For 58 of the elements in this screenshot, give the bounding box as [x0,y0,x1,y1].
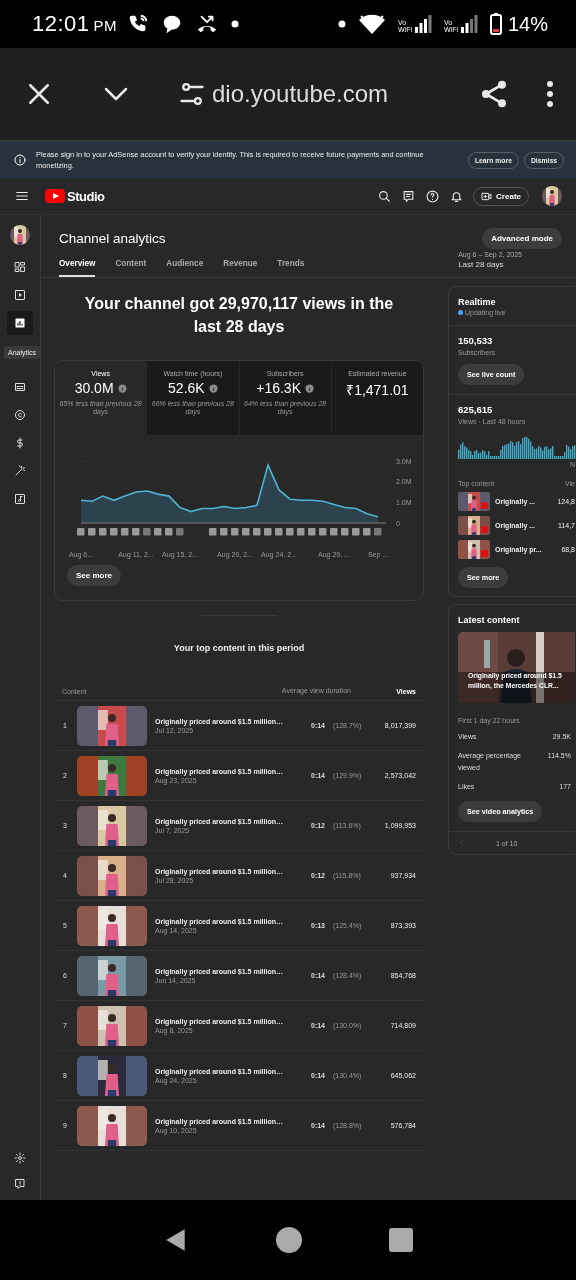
feedback-icon[interactable] [14,1178,26,1190]
tune-icon[interactable] [178,80,206,108]
more-icon[interactable] [546,80,554,108]
signal-icon [413,15,432,33]
tab[interactable]: Overview [59,259,96,277]
see-more-button[interactable]: See more [67,565,122,586]
battery-level: 14% [507,12,548,36]
bell-icon[interactable] [450,189,464,203]
page-title: Channel analytics [59,231,166,246]
metric-value: 52.6K [168,380,205,396]
subscriber-count: 150,533 [458,335,494,346]
search-icon[interactable] [378,189,392,203]
period-label[interactable]: Last 28 days [458,260,522,269]
signal-icon [459,15,478,33]
url-text[interactable]: dio.youtube.com [212,80,389,108]
card-title: Latest content [458,615,521,625]
dot-icon [337,20,346,28]
video-icon [14,289,26,301]
sidebar-item[interactable] [7,311,33,335]
wifi-icon [357,13,386,35]
chart-icon [14,317,26,329]
metric-value: 30.0M [74,380,114,396]
metric-value: ₹1,471.01 [346,381,409,399]
tab[interactable]: Content [115,259,147,277]
live-dot-icon [458,310,463,315]
headline: Your channel got 29,970,117 views in the last 28 days [83,294,395,337]
studio-logo-text: Studio [67,188,105,204]
metric-value: +16.3K [256,380,301,396]
badge-icon [481,526,488,533]
music-icon [14,493,26,505]
clock: 12:01 PM [32,11,118,37]
badge-icon [481,550,488,557]
help-icon[interactable] [426,189,440,203]
subtitles-icon [14,381,26,393]
menu-icon[interactable] [15,189,29,203]
dollar-icon [14,437,26,449]
section-title: Your top content in this period [172,643,306,653]
advanced-mode-button[interactable]: Advanced mode [482,228,562,249]
home-icon[interactable] [276,1227,302,1253]
play-logo-icon [45,189,65,203]
dashboard-icon [14,261,26,273]
recents-icon[interactable] [388,1228,413,1252]
settings-icon[interactable] [14,1152,26,1164]
badge-icon [481,502,488,509]
tab[interactable]: Audience [166,259,204,277]
views-count: 625,615 [458,404,494,415]
info-icon [14,154,26,166]
magic-wand-icon [14,465,26,477]
tab[interactable]: Trends [277,259,305,277]
copyright-icon [14,409,26,421]
channel-avatar[interactable] [10,225,30,245]
battery-icon [489,13,502,35]
tab[interactable]: Revenue [223,259,258,277]
dot-icon [231,20,240,28]
avatar[interactable] [542,186,562,206]
feedback-icon[interactable] [402,189,416,203]
card-title: Realtime [458,297,497,307]
video-add-icon [481,191,493,201]
